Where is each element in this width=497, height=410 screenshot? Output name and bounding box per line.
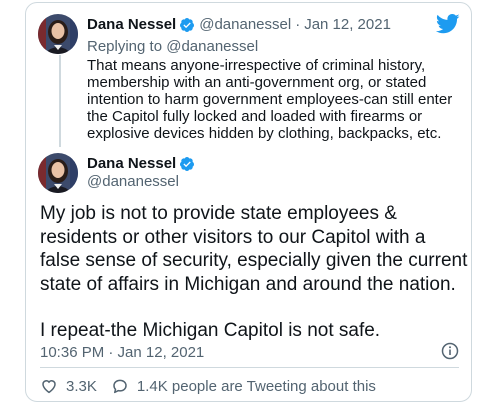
heart-icon <box>42 380 56 394</box>
tweet-paragraph: My job is not to provide state employees… <box>40 203 468 295</box>
verified-badge-icon <box>180 17 195 32</box>
tweeting-about-label: 1.4K people are Tweeting about this <box>136 377 376 395</box>
comment-icon <box>113 379 127 394</box>
separator-dot: · <box>295 16 301 33</box>
like-button[interactable]: 3.3K <box>40 377 97 395</box>
replying-to-label: Replying to <box>87 38 163 55</box>
tweet-paragraph: I repeat-the Michigan Capitol is not saf… <box>40 320 381 341</box>
thread-connector-line <box>59 55 61 147</box>
divider <box>40 367 459 368</box>
twitter-bird-icon[interactable] <box>436 14 460 34</box>
reply-conversation-button[interactable]: 1.4K people are Tweeting about this <box>111 377 376 395</box>
tweet-date-link[interactable]: Jan 12, 2021 <box>304 16 391 33</box>
author-name[interactable]: Dana Nessel <box>87 155 176 172</box>
like-count: 3.3K <box>66 377 97 395</box>
verified-badge-icon <box>180 156 195 171</box>
replying-to-handle[interactable]: @dananessel <box>166 38 258 55</box>
tweet-timestamp[interactable]: 10:36 PM · Jan 12, 2021 <box>40 344 204 361</box>
main-author-row: Dana Nessel <box>87 155 195 172</box>
author-handle[interactable]: @dananessel <box>199 16 291 33</box>
reply-author-row: Dana Nessel @dananessel · Jan 12, 2021 <box>87 16 391 33</box>
info-icon[interactable] <box>440 341 460 361</box>
action-bar: 3.3K 1.4K people are Tweeting about this <box>40 377 376 395</box>
author-name[interactable]: Dana Nessel <box>87 16 176 33</box>
main-tweet-text: My job is not to provide state employees… <box>40 202 470 343</box>
reply-tweet-text: That means anyone-irrespective of crimin… <box>87 57 453 142</box>
replying-to-line: Replying to @dananessel <box>87 38 258 55</box>
avatar[interactable] <box>38 14 78 54</box>
author-handle[interactable]: @dananessel <box>87 173 179 190</box>
embedded-tweet-card[interactable]: Dana Nessel @dananessel · Jan 12, 2021 R… <box>25 2 472 402</box>
avatar[interactable] <box>38 153 78 193</box>
